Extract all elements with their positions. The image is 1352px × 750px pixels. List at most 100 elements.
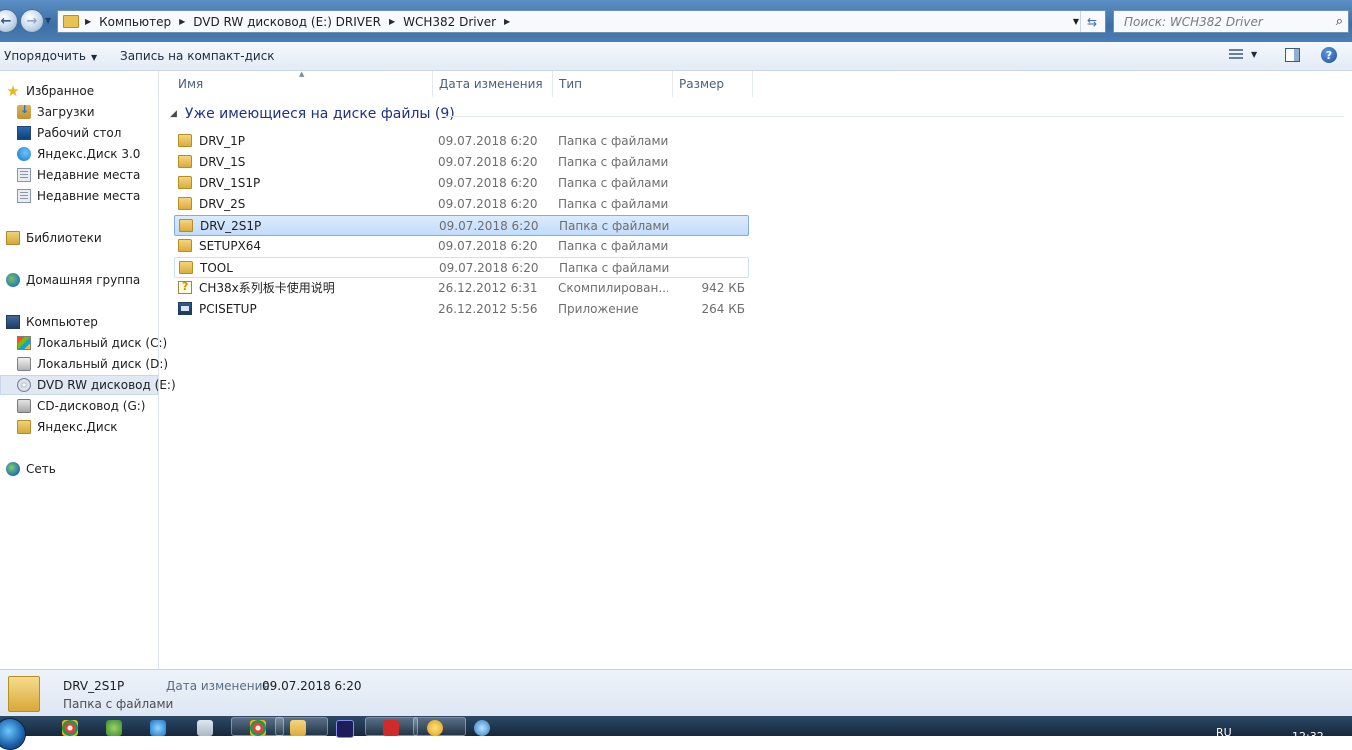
file-type: Папка с файлами [559, 260, 669, 275]
collapse-triangle-icon[interactable]: ◢ [170, 109, 177, 119]
taskbar: RU 12:32 [0, 716, 1352, 750]
nav-favorites[interactable]: ★ Избранное [6, 81, 94, 101]
utorrent-icon[interactable] [106, 720, 122, 736]
file-row-selected[interactable]: DRV_2S1P 09.07.2018 6:20 Папка с файлами [174, 215, 749, 236]
chevron-right-icon[interactable]: ▶ [504, 17, 510, 26]
nav-yandex-disk-app[interactable]: Яндекс.Диск 3.0 [17, 144, 140, 164]
premiere-icon[interactable] [336, 720, 354, 738]
address-history-dropdown-icon[interactable]: ▼ [1073, 17, 1079, 26]
file-date: 09.07.2018 6:20 [438, 175, 538, 190]
file-row[interactable]: SETUPX64 09.07.2018 6:20 Папка с файлами [174, 236, 749, 257]
file-date: 09.07.2018 6:20 [438, 196, 538, 211]
breadcrumb-label: Компьютер [99, 14, 172, 29]
breadcrumb-item-drive[interactable]: DVD RW дисковод (E:) DRIVER ▶ [193, 15, 403, 29]
recent-pages-dropdown-icon[interactable]: ▼ [45, 16, 51, 25]
file-name-cell: CH38x系列板卡使用说明 [178, 278, 335, 297]
desktop-icon [17, 126, 31, 140]
nav-homegroup[interactable]: Домашняя группа [6, 270, 140, 290]
file-row[interactable]: CH38x系列板卡使用说明 26.12.2012 6:31 Скомпилиро… [174, 278, 749, 299]
file-name-cell: DRV_2S [178, 194, 245, 213]
column-type[interactable]: Тип [553, 71, 673, 97]
smiley-icon [427, 720, 443, 736]
column-name[interactable]: Имя [172, 71, 433, 97]
column-label: Имя [178, 77, 204, 91]
file-row[interactable]: DRV_1P 09.07.2018 6:20 Папка с файлами [174, 131, 749, 152]
column-date-modified[interactable]: Дата изменения [433, 71, 553, 97]
file-name: PCISETUP [199, 301, 257, 316]
group-header[interactable]: ◢ Уже имеющиеся на диске файлы (9) [170, 106, 455, 122]
nav-label: Домашняя группа [26, 273, 141, 287]
change-view-button[interactable]: ▼ [1229, 49, 1257, 60]
yandex-disk-icon [17, 147, 31, 161]
column-label: Дата изменения [439, 77, 543, 91]
folder-icon [178, 197, 192, 210]
chevron-down-icon[interactable]: ▼ [1251, 50, 1257, 59]
libraries-icon [6, 231, 20, 245]
nav-label: Компьютер [26, 315, 98, 329]
file-row[interactable]: DRV_1S 09.07.2018 6:20 Папка с файлами [174, 152, 749, 173]
nav-downloads[interactable]: Загрузки [17, 102, 95, 122]
nav-drive-e[interactable]: DVD RW дисковод (E:) [0, 375, 176, 395]
nav-yandex-disk[interactable]: Яндекс.Диск [17, 417, 118, 437]
file-name: TOOL [200, 260, 233, 275]
notepad-icon[interactable] [197, 720, 213, 736]
nav-recent-places[interactable]: Недавние места [17, 165, 140, 185]
nav-drive-g[interactable]: CD-дисковод (G:) [17, 396, 145, 416]
organize-button[interactable]: Упорядочить ▼ [4, 49, 97, 63]
command-bar: Упорядочить ▼ Запись на компакт-диск ▼ [0, 42, 1352, 71]
file-name-cell: DRV_1P [178, 131, 245, 150]
nav-drive-d[interactable]: Локальный диск (D:) [17, 354, 168, 374]
folder-icon [178, 134, 192, 147]
dvd-drive-icon [17, 378, 31, 392]
file-row[interactable]: PCISETUP 26.12.2012 5:56 Приложение 264 … [174, 299, 749, 320]
nav-network[interactable]: Сеть [6, 459, 56, 479]
column-header: ▲ Имя Дата изменения Тип Размер [160, 70, 1352, 97]
folder-icon [178, 176, 192, 189]
preview-pane-icon[interactable] [1285, 48, 1300, 62]
language-indicator[interactable]: RU [1216, 726, 1232, 739]
file-name-cell: DRV_1S1P [178, 173, 260, 192]
file-row-hover[interactable]: TOOL 09.07.2018 6:20 Папка с файлами [174, 257, 749, 278]
details-view-icon [1229, 49, 1243, 60]
forward-button[interactable]: → [20, 9, 44, 33]
nav-label: Рабочий стол [37, 126, 122, 140]
chevron-right-icon[interactable]: ▶ [389, 17, 395, 26]
column-size[interactable]: Размер [673, 71, 753, 97]
nav-computer[interactable]: Компьютер [6, 312, 98, 332]
help-icon[interactable]: ? [1321, 47, 1337, 63]
file-date: 09.07.2018 6:20 [438, 154, 538, 169]
breadcrumb-item-folder[interactable]: WCH382 Driver ▶ [403, 15, 518, 29]
file-name-cell: SETUPX64 [178, 236, 261, 255]
refresh-button[interactable]: ⇆ [1080, 11, 1103, 32]
details-pane: DRV_2S1P Папка с файлами Дата изменения:… [0, 669, 1352, 716]
breadcrumb[interactable]: ▶ Компьютер ▶ DVD RW дисковод (E:) DRIVER… [57, 10, 1106, 33]
network-app-icon[interactable] [474, 720, 490, 736]
back-button[interactable]: ← [0, 9, 18, 33]
file-row[interactable]: DRV_2S 09.07.2018 6:20 Папка с файлами [174, 194, 749, 215]
chrome-icon[interactable] [62, 720, 78, 736]
downloads-folder-icon [17, 103, 31, 119]
file-date: 09.07.2018 6:20 [438, 133, 538, 148]
column-label: Тип [559, 77, 582, 91]
nav-drive-c[interactable]: Локальный диск (C:) [17, 333, 167, 353]
search-icon[interactable]: ⌕ [1336, 14, 1343, 29]
clock[interactable]: 12:32 [1292, 730, 1324, 743]
file-row[interactable]: DRV_1S1P 09.07.2018 6:20 Папка с файлами [174, 173, 749, 194]
skype-icon[interactable] [150, 720, 166, 736]
file-date: 09.07.2018 6:20 [439, 218, 539, 233]
navigation-pane: ★ Избранное Загрузки Рабочий стол Яндекс.… [0, 71, 176, 669]
nav-recent-places-2[interactable]: Недавние места [17, 186, 140, 206]
search-box[interactable]: ⌕ [1113, 10, 1349, 33]
nav-desktop[interactable]: Рабочий стол [17, 123, 121, 143]
burn-to-disc-button[interactable]: Запись на компакт-диск [120, 49, 275, 63]
file-name: DRV_2S [199, 196, 246, 211]
chevron-right-icon[interactable]: ▶ [179, 17, 185, 26]
nav-libraries[interactable]: Библиотеки [6, 228, 102, 248]
search-input[interactable] [1122, 13, 1326, 30]
folder-icon [178, 239, 192, 252]
breadcrumb-separator[interactable]: ▶ [85, 17, 99, 26]
start-button[interactable] [0, 718, 26, 750]
breadcrumb-item-computer[interactable]: Компьютер ▶ [99, 15, 193, 29]
burn-label: Запись на компакт-диск [120, 49, 275, 63]
folder-icon [8, 676, 40, 712]
